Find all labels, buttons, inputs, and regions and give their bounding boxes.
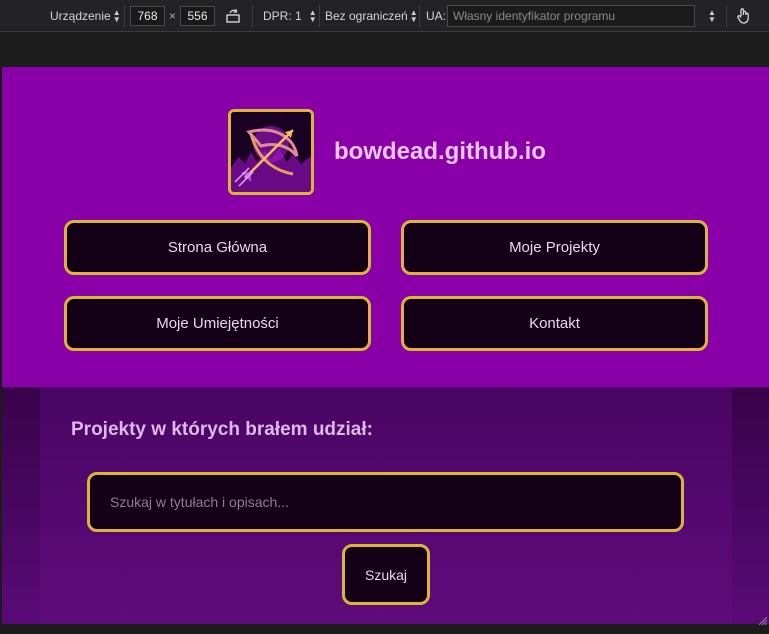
device-select[interactable]: Urządzenie ▲ ▼ [50, 0, 121, 32]
resize-handle-icon[interactable] [757, 612, 768, 626]
ua-label: UA: [426, 9, 447, 23]
brand[interactable]: bowdead.github.io [228, 109, 546, 195]
height-input[interactable]: 556 [180, 6, 215, 26]
nav-projects-button[interactable]: Moje Projekty [401, 220, 708, 275]
select-arrows-icon: ▲ ▼ [308, 8, 317, 24]
width-input[interactable]: 768 [130, 6, 165, 26]
dpr-select-label: DPR: 1 [263, 9, 302, 23]
select-arrows-icon: ▲ ▼ [112, 8, 121, 24]
search-input[interactable]: Szukaj w tytułach i opisach... [87, 472, 684, 532]
responsive-design-toolbar: Urządzenie ▲ ▼ 768 × 556 DPR: 1 ▲ ▼ Bez og… [0, 0, 769, 32]
bow-logo-icon [228, 109, 314, 195]
devtools-spacer [0, 33, 769, 67]
touch-simulation-icon[interactable] [736, 0, 752, 32]
devtools-bottom-border [0, 624, 769, 634]
page-viewport: bowdead.github.io Strona Główna Moje Pro… [2, 67, 769, 624]
ua-input[interactable]: Własny identyfikator programu [447, 5, 695, 27]
throttling-select[interactable]: Bez ograniczeń ▲ ▼ [325, 0, 418, 32]
nav-skills-button[interactable]: Moje Umiejętności [64, 296, 371, 351]
device-select-label: Urządzenie [50, 9, 111, 23]
site-title[interactable]: bowdead.github.io [334, 138, 546, 166]
throttling-select-label: Bez ograniczeń [325, 9, 408, 23]
rotate-icon[interactable] [225, 0, 241, 32]
site-header: bowdead.github.io Strona Główna Moje Pro… [2, 67, 769, 387]
dimension-separator: × [169, 9, 177, 23]
select-arrows-icon: ▲ ▼ [409, 8, 418, 24]
search-button[interactable]: Szukaj [342, 544, 430, 605]
nav-home-button[interactable]: Strona Główna [64, 220, 371, 275]
nav-contact-button[interactable]: Kontakt [401, 296, 708, 351]
projects-section: Projekty w których brałem udział: Szukaj… [40, 387, 732, 624]
ua-select-arrows-icon[interactable]: ▲ ▼ [706, 0, 716, 32]
section-title: Projekty w których brałem udział: [71, 419, 373, 440]
dpr-select[interactable]: DPR: 1 ▲ ▼ [263, 0, 317, 32]
